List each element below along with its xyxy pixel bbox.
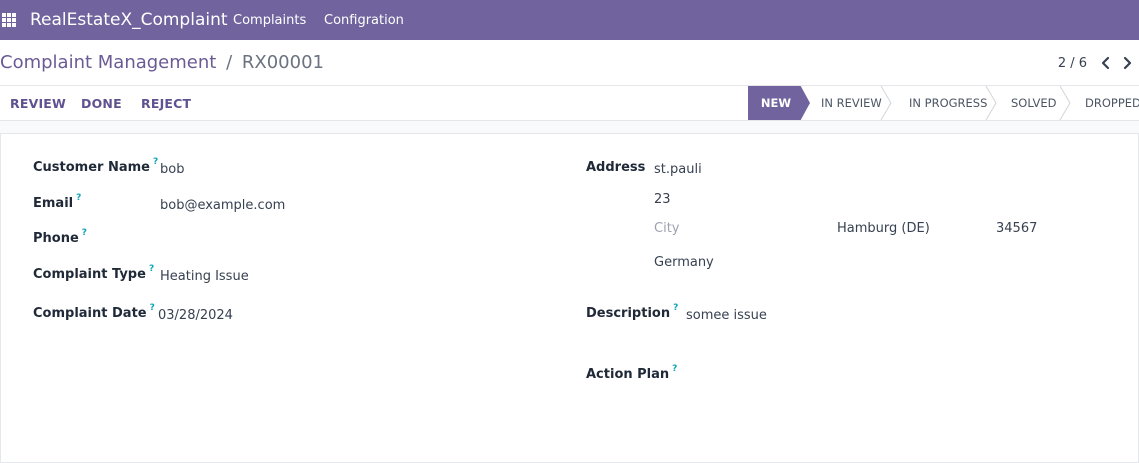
breadcrumb: Complaint Management / RX00001 [0,52,324,73]
help-icon[interactable]: ? [672,364,677,374]
done-button[interactable]: DONE [81,96,122,111]
stage-in-progress[interactable]: IN PROGRESS [909,86,987,120]
chevron-left-icon[interactable] [1099,55,1113,71]
chevron-right-icon[interactable] [1120,55,1134,71]
stage-in-review[interactable]: IN REVIEW [821,86,882,120]
complaint-date-label: Complaint Date? [33,303,155,321]
help-icon[interactable]: ? [673,303,678,313]
complaint-date-field[interactable]: 03/28/2024 [158,308,233,323]
phone-label: Phone? [33,228,88,246]
review-button[interactable]: REVIEW [10,96,66,111]
help-icon[interactable]: ? [153,157,158,167]
reject-button[interactable]: REJECT [141,96,191,111]
app-brand[interactable]: RealEstateX_Complaint [30,10,228,30]
phone-field[interactable] [160,233,520,251]
description-label: Description? [586,303,679,321]
breadcrumb-parent-link[interactable]: Complaint Management [0,52,216,73]
control-panel: Complaint Management / RX00001 2 / 6 [0,40,1139,86]
stage-separator [985,86,997,120]
form-sheet: Customer Name? bob Email? bob@example.co… [0,133,1139,463]
complaint-type-label: Complaint Type? [33,264,155,282]
help-icon[interactable]: ? [149,264,154,274]
customer-name-field[interactable]: bob [160,162,184,177]
description-field[interactable]: somee issue [686,308,767,323]
zip-field[interactable]: 34567 [996,221,1037,236]
complaint-type-field[interactable]: Heating Issue [160,269,249,284]
address-label: Address [586,160,646,175]
breadcrumb-separator: / [226,52,233,73]
stage-solved[interactable]: SOLVED [1011,86,1056,120]
street-field[interactable]: st.pauli [654,162,702,177]
country-field[interactable]: Germany [654,255,714,270]
help-icon[interactable]: ? [76,193,81,203]
menu-configration[interactable]: Configration [324,13,404,28]
city-field[interactable]: City [654,221,679,236]
stage-new[interactable]: NEW [748,86,810,120]
action-plan-label: Action Plan? [586,364,678,382]
action-plan-field[interactable] [686,369,1106,387]
top-navbar: RealEstateX_Complaint Complaints Configr… [0,0,1139,40]
status-bar: REVIEW DONE REJECT NEW IN REVIEW IN PROG… [0,86,1139,121]
breadcrumb-current: RX00001 [241,52,324,73]
customer-name-label: Customer Name? [33,157,159,175]
help-icon[interactable]: ? [150,303,155,313]
street2-field[interactable]: 23 [654,192,671,207]
help-icon[interactable]: ? [82,228,87,238]
stage-dropped[interactable]: DROPPED [1085,86,1139,120]
stage-separator [1059,86,1071,120]
apps-grid-icon[interactable] [2,13,16,27]
pager-value[interactable]: 2 / 6 [1058,56,1087,71]
stage-separator [880,86,892,120]
state-field[interactable]: Hamburg (DE) [837,221,930,236]
email-field[interactable]: bob@example.com [160,198,285,213]
menu-complaints[interactable]: Complaints [233,13,306,28]
email-label: Email? [33,193,82,211]
